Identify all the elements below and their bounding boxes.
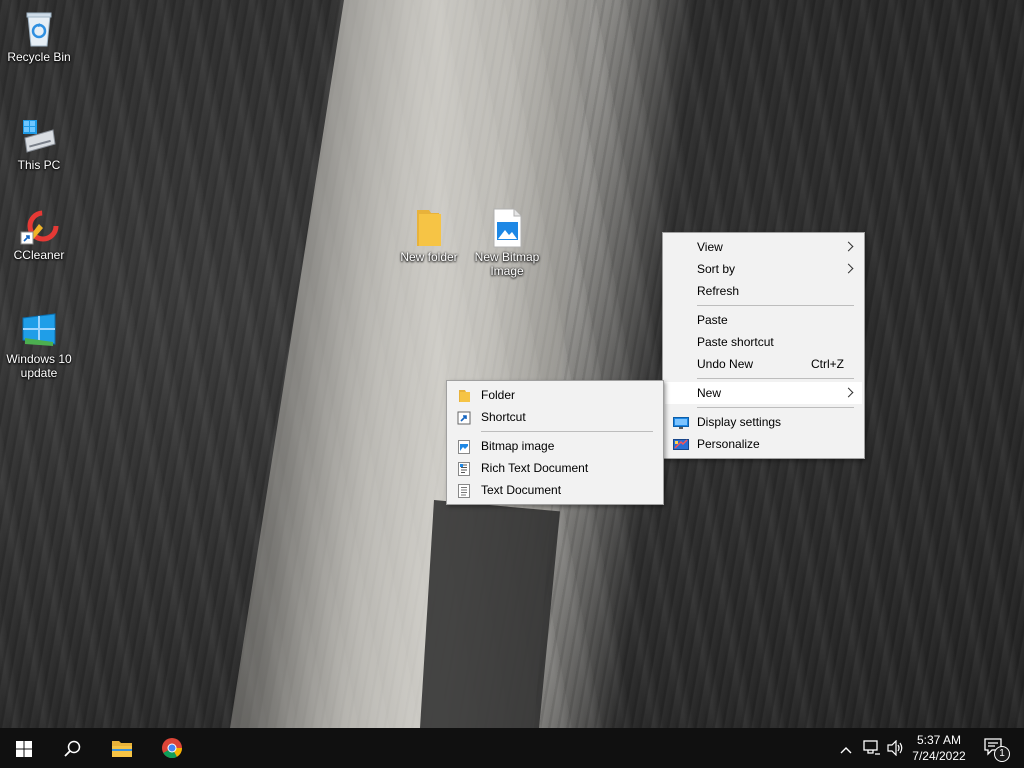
chevron-right-icon: [843, 263, 854, 274]
desktop-icon-label: Recycle Bin: [7, 50, 71, 64]
taskbar-file-explorer[interactable]: [98, 728, 146, 768]
desktop-icon-new-bitmap-image[interactable]: New Bitmap Image: [469, 208, 545, 278]
windows-start-icon: [16, 741, 32, 760]
notification-badge: 1: [994, 746, 1010, 762]
taskbar-clock[interactable]: 5:37 AM 7/24/2022: [904, 732, 974, 764]
display-icon: [673, 415, 689, 429]
menu-item-label: Bitmap image: [481, 439, 555, 453]
menu-item-label: Undo New: [697, 357, 754, 371]
clock-time: 5:37 AM: [916, 733, 962, 747]
menu-item-shortcut: Ctrl+Z: [811, 357, 844, 371]
desktop-icon-label: CCleaner: [13, 248, 65, 262]
recycle-bin-icon: [19, 8, 59, 48]
desktop-icon-label: New Bitmap Image: [474, 250, 540, 278]
chevron-right-icon: [843, 387, 854, 398]
menu-item-label: Refresh: [697, 284, 740, 298]
start-button[interactable]: [0, 728, 48, 768]
clock-date: 7/24/2022: [912, 749, 966, 763]
computer-icon: [19, 116, 59, 156]
desktop-icon-new-folder[interactable]: New folder: [391, 208, 467, 264]
taskbar: 5:37 AM 7/24/2022 1: [0, 728, 1024, 768]
folder-icon: [457, 388, 471, 402]
search-icon: [64, 740, 82, 761]
menu-item-label: Paste: [697, 313, 728, 327]
menu-item-label: Rich Text Document: [481, 461, 589, 475]
desktop-icon-windows-10-update[interactable]: Windows 10 update: [1, 310, 77, 380]
desktop-icon-label: This PC: [17, 158, 61, 172]
menu-item-label: Text Document: [481, 483, 562, 497]
menu-separator: [697, 305, 854, 306]
taskbar-chrome[interactable]: [148, 728, 196, 768]
menu-item-view[interactable]: View: [665, 236, 862, 258]
menu-item-paste[interactable]: Paste: [665, 309, 862, 331]
action-center-button[interactable]: 1: [978, 728, 1018, 768]
windows-update-icon: [19, 310, 59, 350]
menu-item-label: New: [697, 386, 722, 400]
menu-item-undo-new[interactable]: Undo New Ctrl+Z: [665, 353, 862, 375]
menu-item-label: Folder: [481, 388, 516, 402]
menu-separator: [481, 431, 653, 432]
bitmap-image-icon: [457, 439, 471, 454]
rich-text-icon: [457, 461, 471, 476]
menu-separator: [697, 378, 854, 379]
desktop-icon-ccleaner[interactable]: CCleaner: [1, 206, 77, 262]
text-document-icon: [457, 483, 471, 498]
menu-item-label: Personalize: [697, 437, 760, 451]
tray-show-hidden[interactable]: [836, 728, 856, 768]
menu-item-sort-by[interactable]: Sort by: [665, 258, 862, 280]
submenu-item-folder[interactable]: Folder: [449, 384, 661, 406]
volume-icon: [887, 739, 905, 759]
menu-item-label: Paste shortcut: [697, 335, 774, 349]
network-icon: [863, 740, 881, 759]
bitmap-image-icon: [487, 208, 527, 248]
submenu-item-text-document[interactable]: Text Document: [449, 479, 661, 501]
desktop-icon-this-pc[interactable]: This PC: [1, 116, 77, 172]
new-submenu: Folder Shortcut Bitmap image Rich Text D…: [446, 380, 664, 505]
desktop-icon-recycle-bin[interactable]: Recycle Bin: [1, 8, 77, 64]
menu-item-refresh[interactable]: Refresh: [665, 280, 862, 302]
tray-network[interactable]: [860, 728, 884, 768]
menu-item-new[interactable]: New: [665, 382, 862, 404]
shortcut-icon: [457, 410, 471, 425]
submenu-item-rich-text-document[interactable]: Rich Text Document: [449, 457, 661, 479]
menu-item-label: Sort by: [697, 262, 736, 276]
wallpaper-shadow: [420, 500, 560, 728]
menu-separator: [697, 407, 854, 408]
menu-item-label: View: [697, 240, 723, 254]
menu-item-personalize[interactable]: Personalize: [665, 433, 862, 455]
chrome-icon: [161, 737, 183, 762]
desktop-icon-label: Windows 10 update: [6, 352, 72, 380]
notification-count: 1: [999, 748, 1005, 759]
menu-item-paste-shortcut[interactable]: Paste shortcut: [665, 331, 862, 353]
menu-item-label: Display settings: [697, 415, 782, 429]
personalize-icon: [673, 437, 689, 451]
file-explorer-icon: [111, 738, 133, 761]
desktop-context-menu: View Sort by Refresh Paste Paste shortcu…: [662, 232, 865, 459]
chevron-up-icon: [840, 743, 852, 757]
ccleaner-icon: [19, 206, 59, 246]
folder-icon: [409, 208, 449, 248]
chevron-right-icon: [843, 241, 854, 252]
submenu-item-shortcut[interactable]: Shortcut: [449, 406, 661, 428]
wallpaper-cliff: [230, 0, 591, 728]
menu-item-label: Shortcut: [481, 410, 526, 424]
menu-item-display-settings[interactable]: Display settings: [665, 411, 862, 433]
submenu-item-bitmap-image[interactable]: Bitmap image: [449, 435, 661, 457]
desktop-icon-label: New folder: [400, 250, 458, 264]
search-button[interactable]: [48, 728, 96, 768]
